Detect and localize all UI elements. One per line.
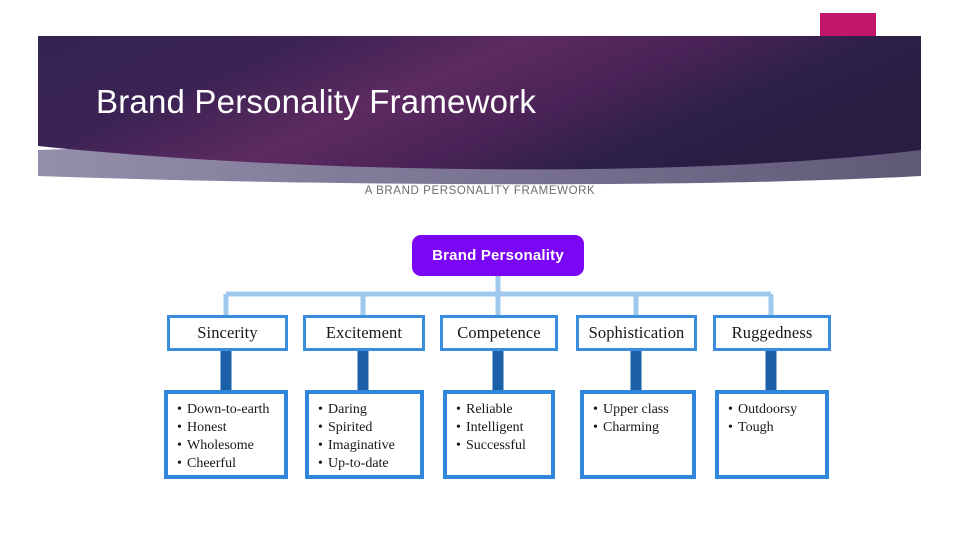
category-label-sincerity: Sincerity <box>197 323 258 342</box>
category-label-sophistication: Sophistication <box>588 323 685 342</box>
list-item: Wholesome <box>177 437 284 455</box>
list-item: Upper class <box>593 401 692 419</box>
category-box-ruggedness[interactable]: Ruggedness <box>713 315 831 351</box>
trait-box-excitement[interactable]: Daring Spirited Imaginative Up-to-date <box>305 390 424 479</box>
list-item: Imaginative <box>318 437 420 455</box>
brand-personality-diagram: A BRAND PERSONALITY FRAMEWORK Brand Pers… <box>0 0 960 540</box>
trait-list-ruggedness: Outdoorsy Tough <box>728 401 825 437</box>
list-item: Down-to-earth <box>177 401 284 419</box>
trait-list-competence: Reliable Intelligent Successful <box>456 401 551 455</box>
trait-list-sophistication: Upper class Charming <box>593 401 692 437</box>
list-item: Successful <box>456 437 551 455</box>
list-item: Spirited <box>318 419 420 437</box>
category-label-ruggedness: Ruggedness <box>731 323 813 342</box>
category-box-competence[interactable]: Competence <box>440 315 558 351</box>
trait-box-sophistication[interactable]: Upper class Charming <box>580 390 696 479</box>
node-brand-personality[interactable]: Brand Personality <box>412 235 584 276</box>
node-brand-personality-label: Brand Personality <box>432 247 564 264</box>
trait-box-ruggedness[interactable]: Outdoorsy Tough <box>715 390 829 479</box>
category-box-sincerity[interactable]: Sincerity <box>167 315 288 351</box>
list-item: Tough <box>728 419 825 437</box>
list-item: Reliable <box>456 401 551 419</box>
category-box-sophistication[interactable]: Sophistication <box>576 315 697 351</box>
trait-list-excitement: Daring Spirited Imaginative Up-to-date <box>318 401 420 473</box>
category-label-competence: Competence <box>457 323 541 342</box>
list-item: Charming <box>593 419 692 437</box>
list-item: Cheerful <box>177 455 284 473</box>
list-item: Daring <box>318 401 420 419</box>
category-label-excitement: Excitement <box>325 323 403 342</box>
trait-box-sincerity[interactable]: Down-to-earth Honest Wholesome Cheerful <box>164 390 288 479</box>
slide-canvas: Brand Personality Framework A BRAND PERS… <box>0 0 960 540</box>
trait-box-competence[interactable]: Reliable Intelligent Successful <box>443 390 555 479</box>
list-item: Honest <box>177 419 284 437</box>
list-item: Outdoorsy <box>728 401 825 419</box>
category-box-excitement[interactable]: Excitement <box>303 315 425 351</box>
trait-list-sincerity: Down-to-earth Honest Wholesome Cheerful <box>177 401 284 473</box>
list-item: Intelligent <box>456 419 551 437</box>
list-item: Up-to-date <box>318 455 420 473</box>
